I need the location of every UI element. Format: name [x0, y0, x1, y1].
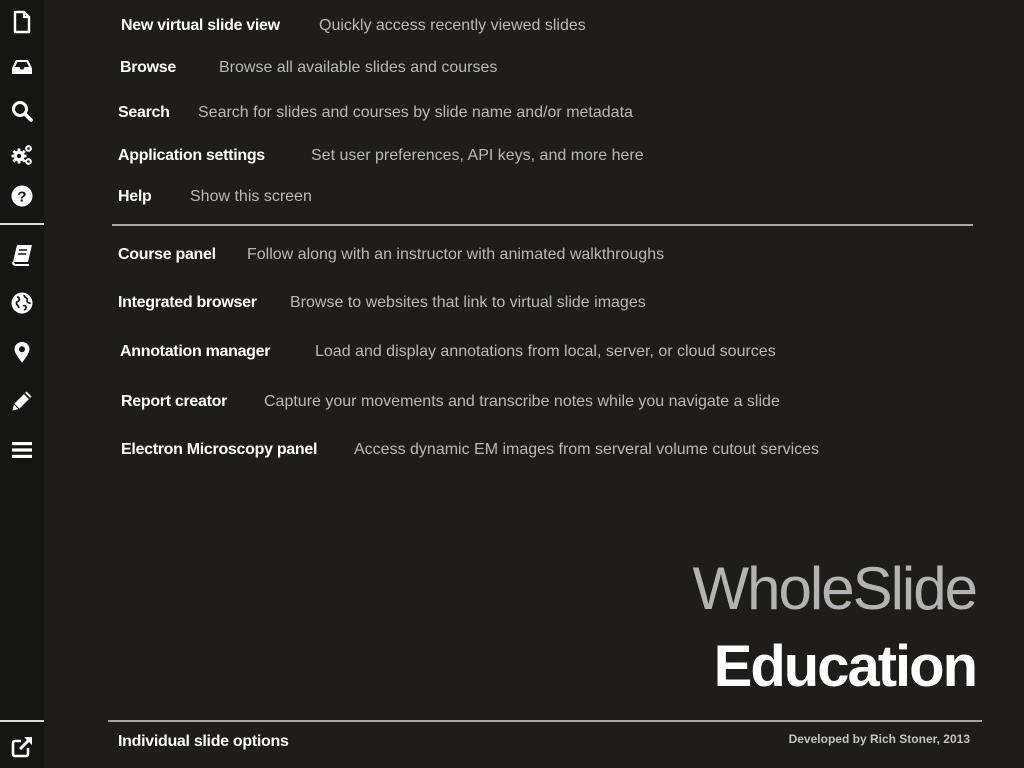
help-row-report-creator: Report creator Capture your movements an…: [121, 390, 781, 414]
help-row-new-virtual-slide-view: New virtual slide view Quickly access re…: [121, 14, 601, 38]
help-item-label: Annotation manager: [120, 343, 271, 360]
help-question-icon[interactable]: ?: [6, 180, 38, 212]
section-divider: [112, 224, 973, 226]
brand-title-light: WholeSlide: [692, 555, 978, 622]
help-item-description: Capture your movements and transcribe no…: [264, 393, 780, 410]
help-row-annotation-manager: Annotation manager Load and display anno…: [120, 340, 780, 364]
help-row-browse: Browse Browse all available slides and c…: [120, 56, 520, 80]
help-item-label: Report creator: [121, 393, 228, 410]
help-item-description: Access dynamic EM images from serveral v…: [354, 441, 820, 458]
globe-icon[interactable]: [6, 287, 38, 319]
sidebar-divider: [0, 223, 44, 225]
brand-title-bold: Education: [713, 634, 978, 699]
inbox-tray-icon[interactable]: [6, 51, 38, 83]
help-item-description: Quickly access recently viewed slides: [319, 17, 586, 34]
book-icon[interactable]: [6, 239, 38, 271]
help-item-label: Course panel: [118, 246, 216, 263]
help-item-label: New virtual slide view: [121, 17, 280, 34]
help-item-label: Browse: [120, 59, 176, 76]
help-row-help: Help Show this screen: [118, 185, 338, 209]
pencil-icon[interactable]: [6, 385, 38, 417]
developer-credits: Developed by Rich Stoner, 2013: [788, 732, 970, 746]
help-item-description: Search for slides and courses by slide n…: [198, 104, 633, 121]
help-item-description: Browse to websites that link to virtual …: [290, 294, 646, 311]
help-overlay-screen: ? New virtual slide view Quickly access …: [0, 0, 1024, 768]
help-item-description: Follow along with an instructor with ani…: [247, 246, 665, 263]
svg-text:?: ?: [17, 189, 26, 206]
help-item-description: Browse all available slides and courses: [219, 59, 498, 76]
help-row-electron-microscopy-panel: Electron Microscopy panel Access dynamic…: [121, 438, 821, 462]
help-row-search: Search Search for slides and courses by …: [118, 101, 638, 125]
help-row-application-settings: Application settings Set user preference…: [118, 144, 648, 168]
help-item-label: Application settings: [118, 147, 265, 164]
external-link-icon[interactable]: [6, 731, 38, 763]
sidebar-toolbar: ?: [0, 0, 44, 768]
sidebar-bottom-divider: [0, 720, 44, 722]
help-item-description: Show this screen: [190, 188, 312, 205]
help-item-label: Search: [118, 104, 170, 121]
help-item-label: Help: [118, 188, 152, 205]
help-row-integrated-browser: Integrated browser Browse to websites th…: [118, 291, 658, 315]
search-icon[interactable]: [6, 95, 38, 127]
gears-icon[interactable]: [6, 139, 38, 171]
map-marker-icon[interactable]: [6, 336, 38, 368]
help-item-description: Load and display annotations from local,…: [315, 343, 776, 360]
help-item-label: Integrated browser: [118, 294, 257, 311]
footer-divider: [108, 720, 982, 722]
help-row-course-panel: Course panel Follow along with an instru…: [118, 243, 678, 267]
new-document-icon[interactable]: [6, 6, 38, 38]
menu-bars-icon[interactable]: [6, 434, 38, 466]
help-item-description: Set user preferences, API keys, and more…: [311, 147, 644, 164]
help-item-label: Electron Microscopy panel: [121, 441, 318, 458]
individual-slide-options-label: Individual slide options: [118, 733, 289, 750]
